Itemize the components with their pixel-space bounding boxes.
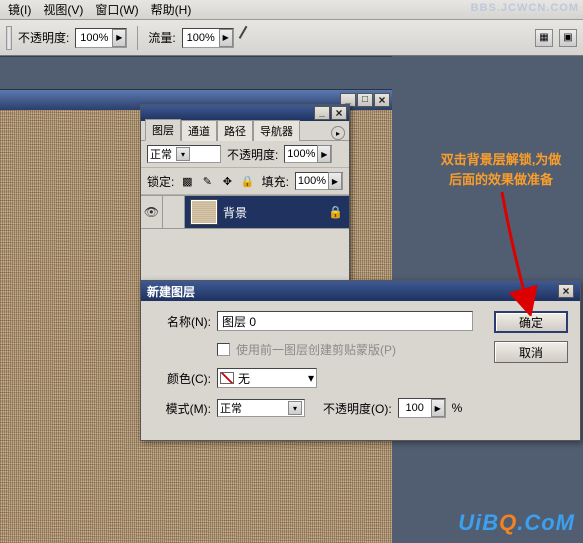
tab-channels[interactable]: 通道 — [181, 120, 217, 141]
layer-opacity-flyout[interactable]: ▶ — [317, 145, 331, 163]
chevron-down-icon: ▾ — [308, 371, 314, 385]
separator — [137, 26, 138, 50]
layer-name: 背景 — [223, 204, 247, 221]
doc-maximize-button[interactable]: □ — [357, 93, 373, 107]
gripper[interactable] — [6, 26, 12, 50]
tab-layers[interactable]: 图层 — [145, 119, 181, 141]
blend-mode-value: 正常 — [150, 146, 172, 162]
layer-opacity-input[interactable] — [285, 148, 317, 160]
fill-field[interactable]: ▶ — [295, 172, 343, 190]
lock-icon: 🔒 — [328, 205, 343, 219]
opacity-flyout[interactable]: ▶ — [112, 29, 126, 47]
fill-label: 填充: — [262, 173, 289, 190]
mode-label: 模式(M): — [153, 400, 211, 417]
layer-name-input[interactable] — [217, 311, 473, 331]
lock-transparency-icon[interactable]: ▩ — [180, 174, 194, 188]
flow-input[interactable] — [183, 32, 219, 44]
tab-paths[interactable]: 路径 — [217, 120, 253, 141]
opacity-input[interactable] — [76, 32, 112, 44]
opacity-label: 不透明度: — [18, 29, 69, 46]
fill-flyout[interactable]: ▶ — [328, 172, 342, 190]
airbrush-icon[interactable] — [236, 25, 261, 50]
lock-row: 锁定: ▩ ✎ ✥ 🔒 填充: ▶ — [141, 168, 349, 195]
panel-tabs: 图层 通道 路径 导航器 ▸ — [141, 121, 349, 141]
flow-flyout[interactable]: ▶ — [219, 29, 233, 47]
dlg-opacity-input[interactable] — [399, 402, 431, 414]
doc-close-button[interactable] — [374, 93, 390, 107]
chevron-down-icon: ▾ — [288, 401, 302, 415]
opacity-field[interactable]: ▶ — [75, 28, 127, 48]
options-bar: 不透明度: ▶ 流量: ▶ ▦ ▣ — [0, 20, 583, 56]
lock-pixels-icon[interactable]: ✎ — [200, 174, 214, 188]
layer-background[interactable]: 👁 背景 🔒 — [141, 195, 349, 229]
blend-mode-select[interactable]: 正常 ▾ — [147, 145, 221, 163]
chevron-down-icon: ▾ — [176, 147, 190, 161]
panel-menu-button[interactable]: ▸ — [331, 126, 345, 140]
link-column[interactable] — [163, 196, 185, 228]
flow-label: 流量: — [148, 29, 175, 46]
lock-position-icon[interactable]: ✥ — [220, 174, 234, 188]
color-select[interactable]: 无 ▾ — [217, 368, 317, 388]
cancel-button[interactable]: 取消 — [494, 341, 568, 363]
opacity-suffix: % — [452, 401, 463, 415]
layer-opacity-label: 不透明度: — [227, 146, 278, 163]
panel-close-button[interactable] — [331, 106, 347, 120]
dialog-titlebar[interactable]: 新建图层 × — [141, 281, 580, 301]
menu-window[interactable]: 窗口(W) — [89, 1, 144, 18]
dlg-opacity-flyout[interactable]: ▶ — [431, 399, 445, 417]
watermark-url: BBS.JCWCN.COM — [471, 2, 579, 14]
dialog-title: 新建图层 — [147, 283, 195, 300]
visibility-toggle[interactable]: 👁 — [141, 196, 163, 228]
menu-jing[interactable]: 镜(I) — [2, 1, 37, 18]
palette-toggle-icon[interactable]: ▦ — [535, 29, 553, 47]
tab-navigator[interactable]: 导航器 — [253, 120, 300, 141]
flow-field[interactable]: ▶ — [182, 28, 234, 48]
color-label: 颜色(C): — [153, 370, 211, 387]
dlg-opacity-label: 不透明度(O): — [323, 400, 392, 417]
menu-view[interactable]: 视图(V) — [37, 1, 89, 18]
fill-input[interactable] — [296, 175, 328, 187]
layer-opacity-field[interactable]: ▶ — [284, 145, 332, 163]
ok-button[interactable]: 确定 — [494, 311, 568, 333]
clipping-mask-label: 使用前一图层创建剪贴蒙版(P) — [236, 341, 396, 358]
dlg-opacity-field[interactable]: ▶ — [398, 398, 446, 418]
color-value: 无 — [238, 370, 250, 387]
none-swatch-icon — [220, 372, 234, 384]
watermark-logo: UiBQ.CoM — [458, 510, 575, 536]
blend-row: 正常 ▾ 不透明度: ▶ — [141, 141, 349, 168]
imageready-icon[interactable]: ▣ — [559, 29, 577, 47]
name-label: 名称(N): — [153, 313, 211, 330]
lock-label: 锁定: — [147, 173, 174, 190]
panel-minimize-button[interactable]: _ — [314, 106, 330, 120]
new-layer-dialog: 新建图层 × 确定 取消 名称(N): 使用前一图层创建剪贴蒙版(P) 颜色(C… — [140, 280, 581, 441]
dialog-close-button[interactable]: × — [558, 284, 574, 298]
lock-all-icon[interactable]: 🔒 — [240, 174, 254, 188]
mode-select[interactable]: 正常 ▾ — [217, 399, 305, 417]
layer-thumbnail[interactable] — [191, 200, 217, 224]
menu-help[interactable]: 帮助(H) — [145, 1, 198, 18]
annotation-text: 双击背景层解锁,为做 后面的效果做准备 — [431, 150, 571, 190]
mode-value: 正常 — [220, 400, 242, 416]
clipping-mask-checkbox — [217, 343, 230, 356]
